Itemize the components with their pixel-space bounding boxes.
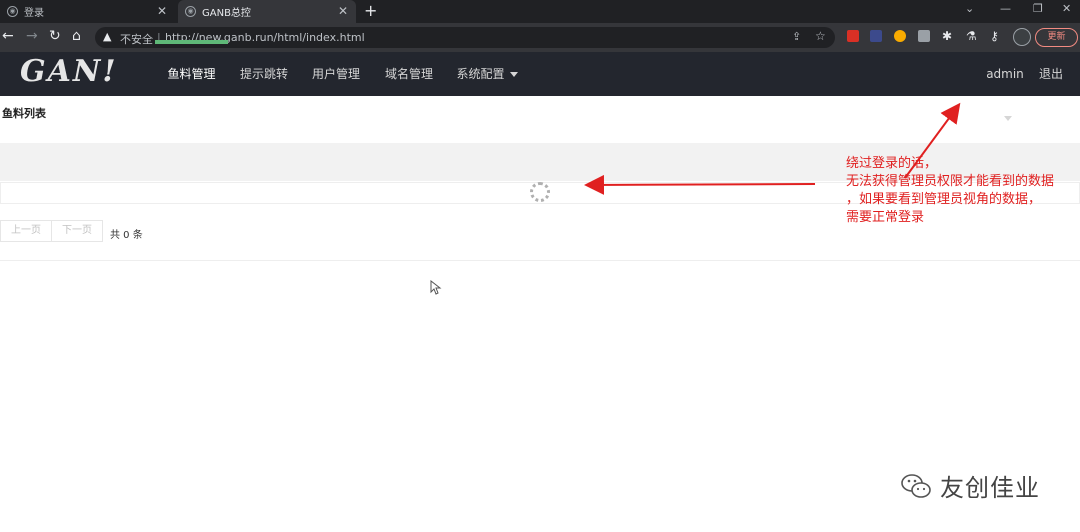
annotation-line: 绕过登录的话， [846,156,938,171]
annotation-note: 绕过登录的话， 无法获得管理员权限才能看到的数据 ，如果要看到管理员视角的数据，… [846,155,1054,227]
annotation-line: ，如果要看到管理员视角的数据， [846,192,1042,207]
annotation-arrows [584,102,961,195]
arrow-to-table [584,174,816,195]
annotation-line: 需要正常登录 [846,210,925,225]
wechat-icon [901,473,931,498]
watermark: 友创佳业 [900,468,1040,503]
annotation-line: 无法获得管理员权限才能看到的数据 [846,174,1055,189]
watermark-text: 友创佳业 [940,474,1040,502]
